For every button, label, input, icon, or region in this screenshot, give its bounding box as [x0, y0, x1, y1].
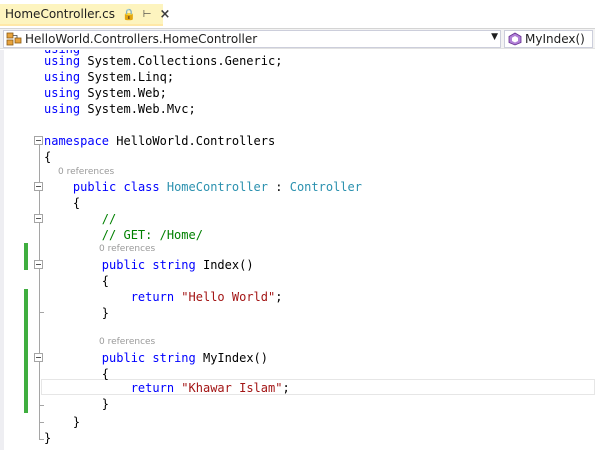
code-line: {: [44, 150, 52, 164]
method-icon: [508, 32, 522, 46]
collapse-namespace-button[interactable]: [34, 136, 43, 145]
code-line: return "Hello World";: [130, 290, 283, 304]
code-lens-references[interactable]: 0 references: [99, 336, 155, 348]
code-line: //: [101, 212, 117, 226]
code-lens-references[interactable]: 0 references: [99, 243, 155, 255]
document-tab-strip: HomeController.cs 🔒 ⊢ ×: [0, 0, 595, 26]
code-line: public string Index(): [101, 258, 254, 272]
code-editor[interactable]: using using System.Collections.Generic; …: [0, 50, 595, 450]
navigation-bar: HelloWorld.Controllers.HomeController ▼ …: [0, 28, 595, 49]
tab-title: HomeController.cs: [5, 7, 116, 21]
change-marker: [24, 289, 28, 413]
code-line: public class HomeController : Controller: [72, 180, 362, 194]
editor-left-margin: [0, 50, 4, 450]
code-line: namespace HelloWorld.Controllers: [44, 134, 276, 148]
class-selector-dropdown[interactable]: HelloWorld.Controllers.HomeController ▼: [3, 30, 501, 48]
code-line: using System.Web.Mvc;: [44, 102, 196, 116]
code-line: }: [44, 431, 52, 445]
collapse-class-button[interactable]: [34, 182, 43, 191]
class-selector-label: HelloWorld.Controllers.HomeController: [25, 32, 258, 46]
change-marker: [24, 243, 28, 270]
code-line: }: [101, 306, 110, 320]
code-line: }: [101, 397, 110, 411]
code-lens-references[interactable]: 0 references: [58, 166, 114, 178]
code-line: public string MyIndex(): [101, 351, 269, 365]
tab-homecontroller[interactable]: HomeController.cs 🔒 ⊢ ×: [0, 4, 170, 26]
member-selector-dropdown[interactable]: MyIndex(): [504, 30, 593, 48]
member-selector-label: MyIndex(): [525, 32, 585, 46]
class-icon: [6, 32, 22, 46]
code-line: {: [101, 274, 110, 288]
code-line: {: [72, 196, 81, 210]
collapse-index-button[interactable]: [34, 260, 43, 269]
close-icon[interactable]: ×: [159, 7, 170, 22]
collapse-comment-button[interactable]: [34, 214, 43, 223]
code-line: using System.Linq;: [44, 70, 175, 84]
collapse-myindex-button[interactable]: [34, 353, 43, 362]
code-line: using System.Web;: [44, 86, 167, 100]
code-line: }: [72, 415, 81, 429]
chevron-down-icon[interactable]: ▼: [491, 32, 498, 42]
code-line: using System.Collections.Generic;: [44, 54, 283, 68]
pin-icon[interactable]: ⊢: [143, 9, 152, 20]
outline-guide-class: [39, 191, 40, 423]
lock-icon: 🔒: [122, 7, 136, 21]
code-line-current: return "Khawar Islam";: [130, 381, 290, 395]
code-line: // GET: /Home/: [101, 228, 203, 242]
